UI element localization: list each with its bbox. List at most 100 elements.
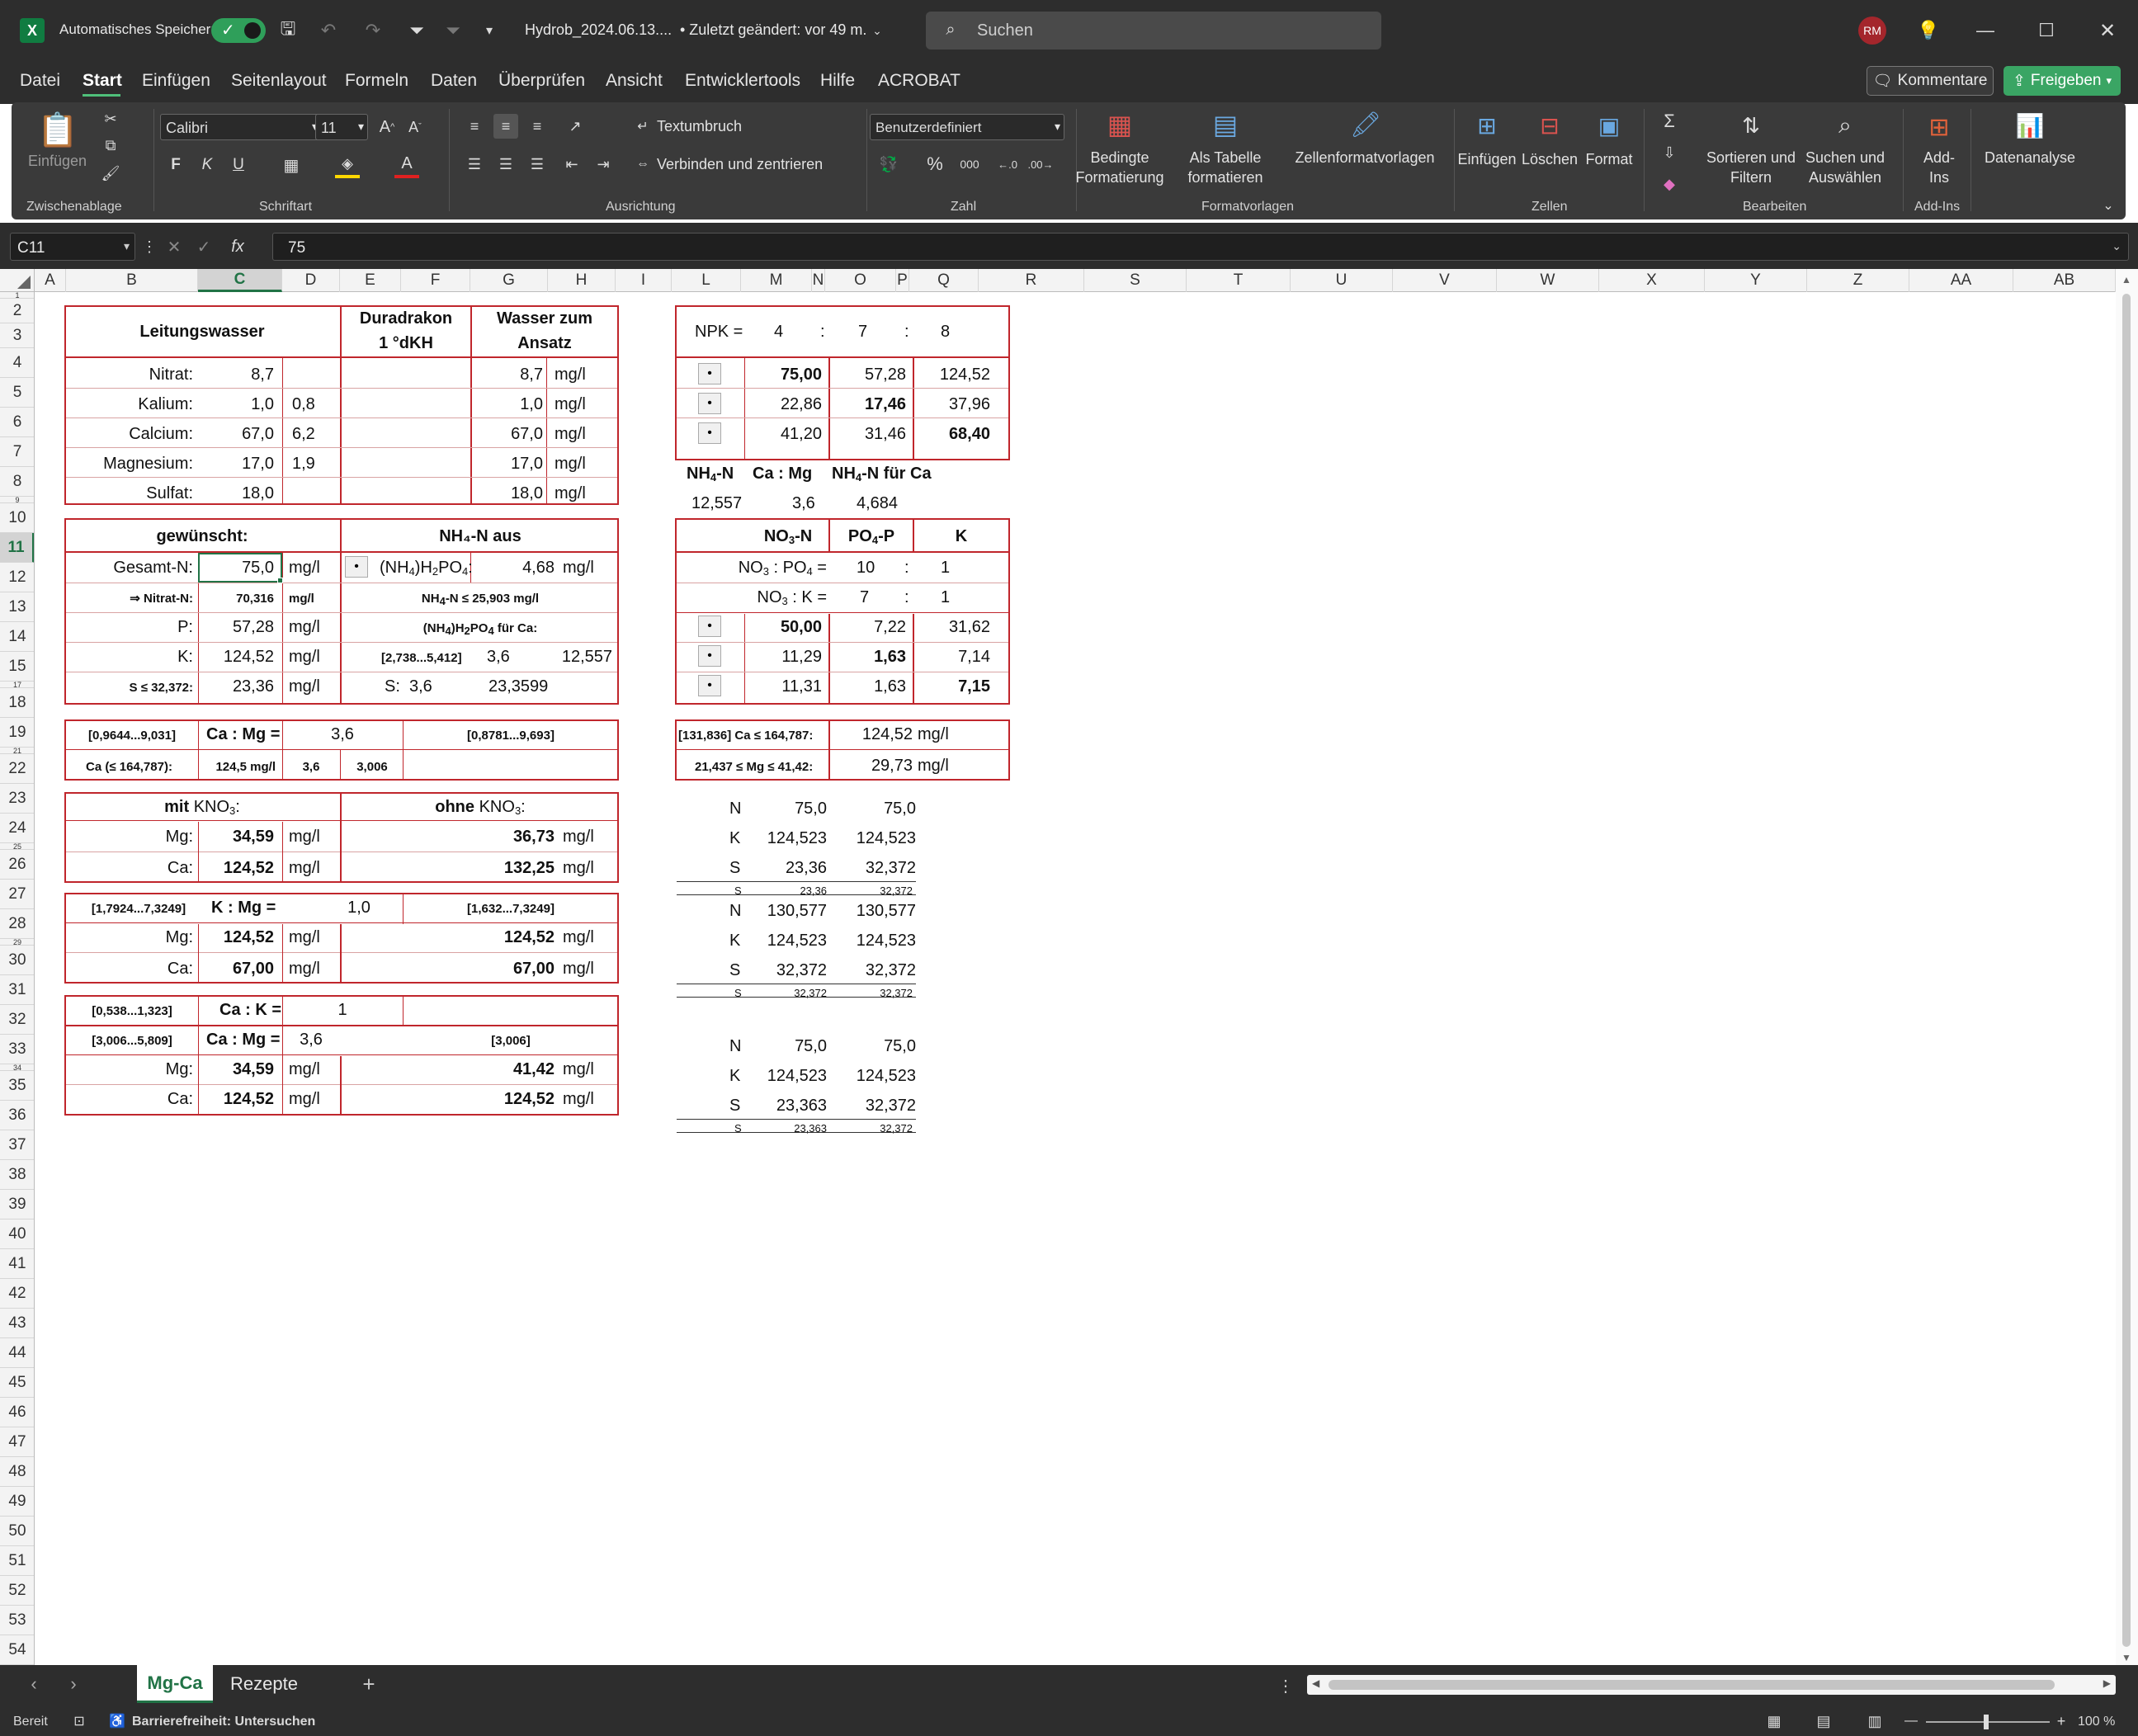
row-header-24[interactable]: 24 xyxy=(0,814,34,843)
cond-format-line2[interactable]: Formatierung xyxy=(1073,168,1167,186)
row-header-46[interactable]: 46 xyxy=(0,1398,34,1427)
wrap-text-button[interactable]: Textumbruch xyxy=(657,117,742,135)
row-header-45[interactable]: 45 xyxy=(0,1368,34,1398)
row-header-33[interactable]: 33 xyxy=(0,1035,34,1064)
add-sheet-button[interactable]: + xyxy=(355,1672,383,1696)
delete-cells-button[interactable]: Löschen xyxy=(1520,150,1579,168)
formula-input[interactable]: 75 ⌄ xyxy=(272,233,2129,261)
zoom-in-icon[interactable]: + xyxy=(2053,1711,2070,1731)
borders-icon[interactable]: ▦ xyxy=(279,152,304,178)
accessibility-icon[interactable]: ♿ xyxy=(107,1711,127,1731)
column-header-g[interactable]: G xyxy=(470,269,548,292)
lightbulb-icon[interactable]: 💡 xyxy=(1914,17,1942,45)
row-header-52[interactable]: 52 xyxy=(0,1576,34,1606)
fill-handle[interactable] xyxy=(277,578,283,583)
format-painter-icon[interactable]: 🖌 xyxy=(99,163,122,183)
row-header-41[interactable]: 41 xyxy=(0,1249,34,1279)
row-header-13[interactable]: 13 xyxy=(0,592,34,622)
accessibility-status[interactable]: Barrierefreiheit: Untersuchen xyxy=(132,1715,315,1729)
column-header-h[interactable]: H xyxy=(548,269,616,292)
italic-button[interactable]: K xyxy=(195,152,219,178)
row-header-28[interactable]: 28 xyxy=(0,909,34,939)
cell-styles-button[interactable]: Zellenformatvorlagen xyxy=(1282,149,1447,167)
tab-datei[interactable]: Datei xyxy=(20,71,60,91)
normal-view-icon[interactable]: ▦ xyxy=(1763,1711,1786,1731)
find-select-icon[interactable]: ⌕ xyxy=(1827,107,1863,144)
avatar[interactable]: RM xyxy=(1858,17,1886,45)
row-header-19[interactable]: 19 xyxy=(0,718,34,748)
row-header-12[interactable]: 12 xyxy=(0,563,34,592)
row-header-50[interactable]: 50 xyxy=(0,1517,34,1546)
column-header-d[interactable]: D xyxy=(282,269,340,292)
last-modified[interactable]: • Zuletzt geändert: vor 49 m. xyxy=(680,21,866,39)
row-header-11[interactable]: 11 xyxy=(0,533,34,563)
column-header-r[interactable]: R xyxy=(979,269,1084,292)
row-header-30[interactable]: 30 xyxy=(0,946,34,975)
addins-line1[interactable]: Add- xyxy=(1914,149,1964,167)
merge-center-button[interactable]: Verbinden und zentrieren xyxy=(657,155,823,173)
row-header-35[interactable]: 35 xyxy=(0,1071,34,1101)
zoom-slider[interactable] xyxy=(1926,1715,2050,1729)
column-header-z[interactable]: Z xyxy=(1807,269,1909,292)
indent-increase-icon[interactable]: ⇥ xyxy=(591,152,616,177)
row-header-27[interactable]: 27 xyxy=(0,880,34,909)
column-header-w[interactable]: W xyxy=(1497,269,1599,292)
row-header-8[interactable]: 8 xyxy=(0,467,34,497)
decrease-decimal-icon[interactable]: .00→ xyxy=(1027,152,1053,177)
zoom-level[interactable]: 100 % xyxy=(2078,1715,2115,1729)
name-box[interactable]: C11 ▾ xyxy=(10,233,135,261)
align-center-icon[interactable]: ☰ xyxy=(493,152,518,177)
row-header-34[interactable]: 34 xyxy=(0,1064,34,1072)
row-header-15[interactable]: 15 xyxy=(0,652,34,682)
align-left-icon[interactable]: ☰ xyxy=(462,152,487,177)
column-header-i[interactable]: I xyxy=(616,269,672,292)
tab-ansicht[interactable]: Ansicht xyxy=(606,71,663,91)
row-header-10[interactable]: 10 xyxy=(0,503,34,533)
row-header-54[interactable]: 54 xyxy=(0,1635,34,1665)
column-header-s[interactable]: S xyxy=(1084,269,1187,292)
sort-filter-line2[interactable]: Filtern xyxy=(1716,168,1786,186)
next-sheet-icon[interactable]: › xyxy=(61,1672,86,1696)
select-all-button[interactable] xyxy=(0,269,35,292)
row-header-39[interactable]: 39 xyxy=(0,1190,34,1219)
format-as-table-icon[interactable]: ▤ xyxy=(1208,107,1243,142)
tab-daten[interactable]: Daten xyxy=(431,71,477,91)
percent-button[interactable]: % xyxy=(923,152,947,177)
collapse-ribbon-icon[interactable]: ⌄ xyxy=(2098,195,2119,216)
option-button[interactable]: • xyxy=(698,363,721,384)
fill-color-icon[interactable]: ◈ xyxy=(335,152,360,178)
tab-entwicklertools[interactable]: Entwicklertools xyxy=(685,71,800,91)
addins-icon[interactable]: ⊞ xyxy=(1921,109,1957,145)
row-header-23[interactable]: 23 xyxy=(0,784,34,814)
align-top-icon[interactable]: ≡ xyxy=(462,114,487,139)
copy-icon[interactable]: ⧉ xyxy=(99,135,122,155)
share-button[interactable]: ⇪ Freigeben ▾ xyxy=(2003,66,2121,96)
column-header-q[interactable]: Q xyxy=(909,269,979,292)
row-header-17[interactable]: 17 xyxy=(0,681,34,689)
delete-cells-icon[interactable]: ⊟ xyxy=(1532,109,1568,142)
underline-button[interactable]: U xyxy=(226,152,251,178)
option-button[interactable]: • xyxy=(698,393,721,414)
find-select-line2[interactable]: Auswählen xyxy=(1801,168,1890,186)
column-header-y[interactable]: Y xyxy=(1705,269,1807,292)
paste-icon[interactable]: 📋 xyxy=(37,107,78,152)
option-button[interactable]: • xyxy=(698,616,721,637)
tab-hilfe[interactable]: Hilfe xyxy=(820,71,855,91)
zoom-out-icon[interactable]: — xyxy=(1903,1711,1919,1731)
align-bottom-icon[interactable]: ≡ xyxy=(525,114,550,139)
bold-button[interactable]: F xyxy=(163,152,188,178)
more-options-icon[interactable]: ⋮ xyxy=(1277,1673,1294,1698)
row-header-21[interactable]: 21 xyxy=(0,747,34,755)
fill-icon[interactable]: ⇩ xyxy=(1657,140,1682,165)
merge-center-icon[interactable]: ⇔ xyxy=(632,153,654,175)
align-right-icon[interactable]: ☰ xyxy=(525,152,550,177)
horizontal-scrollbar[interactable]: ◀ ▶ xyxy=(1307,1675,2116,1695)
column-header-o[interactable]: O xyxy=(825,269,896,292)
accounting-format-icon[interactable]: 💱 xyxy=(875,152,903,177)
row-header-37[interactable]: 37 xyxy=(0,1130,34,1160)
orientation-icon[interactable]: ↗ xyxy=(563,114,588,139)
column-header-e[interactable]: E xyxy=(340,269,401,292)
wrap-text-icon[interactable]: ↵ xyxy=(632,116,654,137)
as-table-line2[interactable]: formatieren xyxy=(1183,168,1267,186)
paste-label[interactable]: Einfügen xyxy=(28,152,87,170)
